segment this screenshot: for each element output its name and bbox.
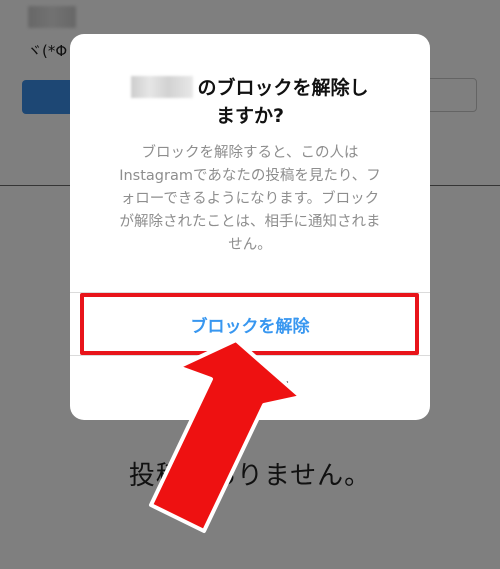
unblock-dialog: のブロックを解除し ますか? ブロックを解除すると、この人は Instagram… <box>70 34 430 420</box>
dialog-message-line: ォローできるようになります。ブロック <box>120 191 380 207</box>
dialog-message-line: が解除されたことは、相手に通知されま <box>119 214 381 230</box>
cancel-button[interactable]: キャンセル <box>70 356 430 420</box>
dialog-title: のブロックを解除し ますか? <box>70 74 430 130</box>
dialog-message-line: ブロックを解除すると、この人は <box>141 145 359 161</box>
dialog-message-line: Instagramであなたの投稿を見たり、フ <box>119 168 381 184</box>
dialog-title-line-1: のブロックを解除し <box>70 74 430 102</box>
screen: ヾ(*Φ 投稿がありません。 のブロックを解除し ますか? ブロックを解除すると… <box>0 0 500 569</box>
dialog-title-line-2: ますか? <box>215 105 285 127</box>
dialog-message-line: せん。 <box>228 237 272 253</box>
dialog-title-suffix: のブロックを解除し <box>197 77 369 99</box>
blurred-account-name <box>131 75 194 98</box>
dialog-message: ブロックを解除すると、この人は Instagramであなたの投稿を見たり、フ ォ… <box>92 142 408 257</box>
highlight-box <box>80 293 419 355</box>
